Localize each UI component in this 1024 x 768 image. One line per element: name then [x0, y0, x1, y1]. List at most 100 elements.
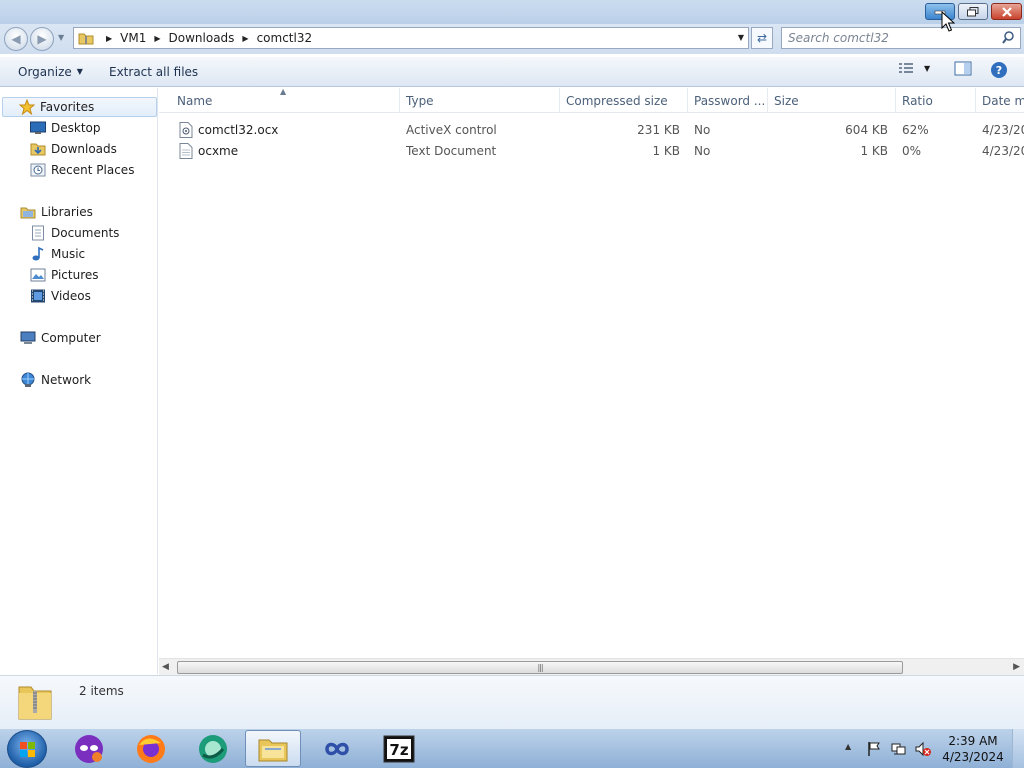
clock-date: 4/23/2024	[942, 750, 1004, 764]
column-label: Date mo	[982, 93, 1024, 108]
back-button[interactable]: ◀	[4, 27, 28, 51]
breadcrumb-separator[interactable]: ▶	[242, 34, 248, 43]
7zip-icon: 7z	[383, 735, 415, 762]
breadcrumb-downloads[interactable]: Downloads	[169, 31, 235, 45]
libraries-icon	[20, 204, 36, 220]
windows-logo-icon	[20, 742, 35, 757]
breadcrumb-comctl32[interactable]: comctl32	[257, 31, 313, 45]
column-header-compressed-size[interactable]: Compressed size	[560, 88, 688, 113]
file-size: 604 KB	[845, 122, 888, 137]
nav-label: Desktop	[51, 121, 101, 135]
search-placeholder: Search comctl32	[788, 31, 889, 45]
file-row[interactable]: ocxme Text Document 1 KB No 1 KB 0% 4/23…	[159, 140, 1024, 161]
text-file-icon	[179, 142, 193, 159]
restore-button[interactable]	[958, 3, 988, 20]
volume-muted-icon[interactable]	[915, 741, 931, 757]
nav-music[interactable]: Music	[0, 244, 85, 264]
nav-documents[interactable]: Documents	[0, 223, 119, 243]
action-center-flag-icon[interactable]	[866, 741, 882, 757]
change-view-button[interactable]: ▼	[898, 61, 930, 75]
taskbar-app-firefox[interactable]	[123, 730, 179, 767]
preview-pane-icon	[954, 61, 972, 76]
file-date-modified: 4/23/202	[982, 122, 1024, 137]
show-hidden-icons-button[interactable]: ▲	[845, 742, 851, 751]
file-ratio: 0%	[902, 143, 922, 158]
taskbar-app-orb[interactable]	[185, 730, 241, 767]
column-label: Type	[406, 93, 434, 108]
address-dropdown-icon[interactable]: ▼	[738, 33, 744, 42]
preview-pane-button[interactable]	[954, 61, 972, 80]
start-button[interactable]	[7, 730, 47, 768]
file-date-modified: 4/23/202	[982, 143, 1024, 158]
file-password: No	[694, 122, 711, 137]
column-label: Password ...	[694, 93, 766, 108]
network-icon	[20, 372, 36, 388]
horizontal-scrollbar[interactable]: ◀ ||| ▶	[159, 658, 1024, 675]
taskbar: 7z ▲ 2:39 AM 4/23/2024	[0, 728, 1024, 768]
file-explorer-icon	[258, 739, 288, 761]
breadcrumb-separator[interactable]: ▶	[154, 34, 160, 43]
system-clock[interactable]: 2:39 AM 4/23/2024	[940, 733, 1006, 765]
column-header-date-modified[interactable]: Date mo	[976, 88, 1024, 113]
breadcrumb-vm1[interactable]: VM1	[120, 31, 146, 45]
nav-label: Recent Places	[51, 163, 135, 177]
chevron-down-icon: ▼	[76, 67, 83, 76]
nav-videos[interactable]: Videos	[0, 286, 91, 306]
column-header-password[interactable]: Password ...	[688, 88, 768, 113]
extract-all-files-button[interactable]: Extract all files	[101, 60, 206, 84]
view-list-icon	[899, 63, 913, 73]
column-label: Size	[774, 93, 799, 108]
scrollbar-thumb[interactable]: |||	[177, 661, 903, 674]
column-header-ratio[interactable]: Ratio	[896, 88, 976, 113]
nav-favorites[interactable]: Favorites	[2, 97, 157, 117]
column-headers: Name ▲ Type Compressed size Password ...…	[159, 87, 1024, 113]
close-button[interactable]	[991, 3, 1022, 20]
help-button[interactable]: ?	[990, 61, 1008, 82]
network-status-icon[interactable]	[891, 741, 907, 757]
firefox-icon	[137, 734, 165, 763]
scroll-right-icon[interactable]: ▶	[1013, 662, 1020, 672]
nav-pictures[interactable]: Pictures	[0, 265, 99, 285]
recent-pages-dropdown[interactable]: ▼	[58, 33, 64, 42]
item-count: 2 items	[79, 684, 124, 698]
column-label: Compressed size	[566, 93, 668, 108]
column-header-type[interactable]: Type	[400, 88, 560, 113]
nav-desktop[interactable]: Desktop	[0, 118, 101, 138]
column-header-size[interactable]: Size	[768, 88, 896, 113]
nav-label: Favorites	[40, 100, 95, 114]
show-desktop-button[interactable]	[1012, 729, 1024, 768]
star-icon	[18, 98, 36, 116]
search-icon[interactable]	[1002, 31, 1015, 44]
nav-recent-places[interactable]: Recent Places	[0, 160, 134, 180]
nav-label: Music	[51, 247, 86, 261]
desktop-icon	[30, 120, 46, 136]
zip-folder-icon	[18, 686, 52, 720]
taskbar-app-anonymous[interactable]	[61, 730, 117, 767]
music-icon	[30, 246, 46, 262]
nav-label: Videos	[51, 289, 91, 303]
file-list: Name ▲ Type Compressed size Password ...…	[159, 87, 1024, 675]
taskbar-app-infinity[interactable]	[309, 730, 365, 767]
refresh-button[interactable]: ⇄	[751, 27, 773, 49]
file-row[interactable]: comctl32.ocx ActiveX control 231 KB No 6…	[159, 119, 1024, 140]
file-type: Text Document	[406, 143, 497, 158]
nav-computer[interactable]: Computer	[0, 328, 101, 348]
search-input[interactable]: Search comctl32	[781, 27, 1021, 49]
nav-network[interactable]: Network	[0, 370, 91, 390]
downloads-folder-icon	[30, 141, 46, 157]
nav-libraries[interactable]: Libraries	[0, 202, 93, 222]
file-name: ocxme	[198, 143, 239, 158]
clock-time: 2:39 AM	[948, 734, 998, 748]
scroll-left-icon[interactable]: ◀	[162, 662, 169, 672]
forward-button[interactable]: ▶	[30, 27, 54, 51]
taskbar-app-7zip[interactable]: 7z	[371, 730, 427, 767]
taskbar-app-file-explorer[interactable]	[245, 730, 301, 767]
activex-file-icon	[179, 121, 193, 138]
svg-text:7z: 7z	[389, 741, 408, 759]
navigation-pane: Favorites Desktop Downloads Recent Place…	[0, 88, 158, 674]
organize-button[interactable]: Organize ▼	[10, 60, 91, 84]
anonymous-app-icon	[75, 734, 103, 763]
file-ratio: 62%	[902, 122, 929, 137]
address-bar[interactable]: ▶ VM1 ▶ Downloads ▶ comctl32 ▼	[73, 27, 749, 49]
nav-downloads[interactable]: Downloads	[0, 139, 117, 159]
